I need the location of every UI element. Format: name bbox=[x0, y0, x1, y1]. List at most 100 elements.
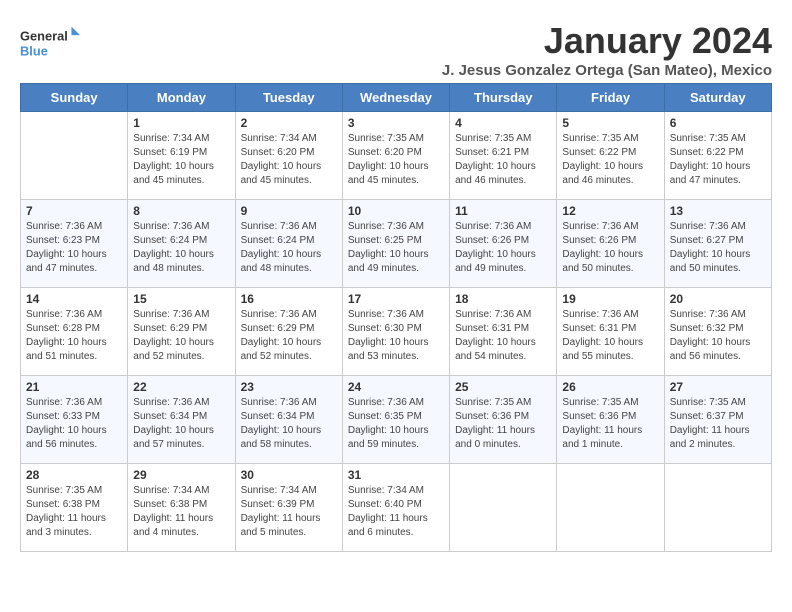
day-number: 20 bbox=[670, 292, 766, 306]
day-info: Sunrise: 7:36 AM Sunset: 6:32 PM Dayligh… bbox=[670, 308, 766, 364]
calendar-cell-w1-d5: 4 Sunrise: 7:35 AM Sunset: 6:21 PM Daylig… bbox=[450, 112, 557, 200]
logo: General Blue bbox=[20, 20, 80, 64]
calendar-cell-w3-d3: 16 Sunrise: 7:36 AM Sunset: 6:29 PM Dayli… bbox=[235, 288, 342, 376]
calendar-title: January 2024 bbox=[442, 20, 772, 62]
day-number: 14 bbox=[26, 292, 122, 306]
day-number: 28 bbox=[26, 468, 122, 482]
day-number: 16 bbox=[241, 292, 337, 306]
day-info: Sunrise: 7:36 AM Sunset: 6:29 PM Dayligh… bbox=[133, 308, 229, 364]
calendar-cell-w4-d1: 21 Sunrise: 7:36 AM Sunset: 6:33 PM Dayli… bbox=[21, 376, 128, 464]
calendar-subtitle: J. Jesus Gonzalez Ortega (San Mateo), Me… bbox=[442, 62, 772, 79]
day-number: 21 bbox=[26, 380, 122, 394]
day-number: 10 bbox=[348, 204, 444, 218]
day-info: Sunrise: 7:35 AM Sunset: 6:22 PM Dayligh… bbox=[562, 132, 658, 188]
calendar-cell-w5-d5 bbox=[450, 464, 557, 552]
calendar-week-4: 21 Sunrise: 7:36 AM Sunset: 6:33 PM Dayli… bbox=[21, 376, 772, 464]
svg-text:General: General bbox=[20, 28, 68, 43]
calendar-cell-w1-d4: 3 Sunrise: 7:35 AM Sunset: 6:20 PM Daylig… bbox=[342, 112, 449, 200]
header-sunday: Sunday bbox=[21, 84, 128, 112]
calendar-cell-w3-d6: 19Sunrise: 7:36 AM Sunset: 6:31 PM Dayli… bbox=[557, 288, 664, 376]
header-tuesday: Tuesday bbox=[235, 84, 342, 112]
calendar-cell-w5-d7 bbox=[664, 464, 771, 552]
day-info: Sunrise: 7:34 AM Sunset: 6:38 PM Dayligh… bbox=[133, 484, 229, 540]
calendar-cell-w2-d7: 13Sunrise: 7:36 AM Sunset: 6:27 PM Dayli… bbox=[664, 200, 771, 288]
day-number: 23 bbox=[241, 380, 337, 394]
calendar-cell-w2-d6: 12 Sunrise: 7:36 AM Sunset: 6:26 PM Dayli… bbox=[557, 200, 664, 288]
calendar-header-row: Sunday Monday Tuesday Wednesday Thursday… bbox=[21, 84, 772, 112]
day-info: Sunrise: 7:35 AM Sunset: 6:21 PM Dayligh… bbox=[455, 132, 551, 188]
calendar-table: Sunday Monday Tuesday Wednesday Thursday… bbox=[20, 83, 772, 552]
day-info: Sunrise: 7:36 AM Sunset: 6:26 PM Dayligh… bbox=[562, 220, 658, 276]
day-number: 24 bbox=[348, 380, 444, 394]
day-number: 25 bbox=[455, 380, 551, 394]
header-saturday: Saturday bbox=[664, 84, 771, 112]
calendar-cell-w2-d1: 7 Sunrise: 7:36 AM Sunset: 6:23 PM Daylig… bbox=[21, 200, 128, 288]
day-number: 29 bbox=[133, 468, 229, 482]
day-number: 13 bbox=[670, 204, 766, 218]
day-info: Sunrise: 7:36 AM Sunset: 6:31 PM Dayligh… bbox=[455, 308, 551, 364]
day-info: Sunrise: 7:36 AM Sunset: 6:33 PM Dayligh… bbox=[26, 396, 122, 452]
day-number: 11 bbox=[455, 204, 551, 218]
header-wednesday: Wednesday bbox=[342, 84, 449, 112]
day-info: Sunrise: 7:34 AM Sunset: 6:19 PM Dayligh… bbox=[133, 132, 229, 188]
calendar-cell-w5-d4: 31 Sunrise: 7:34 AM Sunset: 6:40 PM Dayli… bbox=[342, 464, 449, 552]
calendar-cell-w1-d7: 6 Sunrise: 7:35 AM Sunset: 6:22 PM Daylig… bbox=[664, 112, 771, 200]
calendar-cell-w3-d7: 20 Sunrise: 7:36 AM Sunset: 6:32 PM Dayli… bbox=[664, 288, 771, 376]
page-header: General Blue January 2024 J. Jesus Gonza… bbox=[20, 20, 772, 79]
day-number: 9 bbox=[241, 204, 337, 218]
day-info: Sunrise: 7:36 AM Sunset: 6:24 PM Dayligh… bbox=[241, 220, 337, 276]
day-number: 30 bbox=[241, 468, 337, 482]
calendar-cell-w3-d4: 17 Sunrise: 7:36 AM Sunset: 6:30 PM Dayli… bbox=[342, 288, 449, 376]
day-info: Sunrise: 7:36 AM Sunset: 6:23 PM Dayligh… bbox=[26, 220, 122, 276]
day-info: Sunrise: 7:35 AM Sunset: 6:37 PM Dayligh… bbox=[670, 396, 766, 452]
day-info: Sunrise: 7:36 AM Sunset: 6:24 PM Dayligh… bbox=[133, 220, 229, 276]
day-info: Sunrise: 7:34 AM Sunset: 6:40 PM Dayligh… bbox=[348, 484, 444, 540]
day-info: Sunrise: 7:36 AM Sunset: 6:25 PM Dayligh… bbox=[348, 220, 444, 276]
calendar-week-1: 1 Sunrise: 7:34 AM Sunset: 6:19 PM Daylig… bbox=[21, 112, 772, 200]
calendar-cell-w2-d5: 11Sunrise: 7:36 AM Sunset: 6:26 PM Dayli… bbox=[450, 200, 557, 288]
day-info: Sunrise: 7:36 AM Sunset: 6:34 PM Dayligh… bbox=[241, 396, 337, 452]
day-number: 3 bbox=[348, 116, 444, 130]
title-block: January 2024 J. Jesus Gonzalez Ortega (S… bbox=[442, 20, 772, 79]
day-number: 27 bbox=[670, 380, 766, 394]
day-number: 22 bbox=[133, 380, 229, 394]
calendar-cell-w4-d4: 24 Sunrise: 7:36 AM Sunset: 6:35 PM Dayli… bbox=[342, 376, 449, 464]
day-number: 4 bbox=[455, 116, 551, 130]
calendar-body: 1 Sunrise: 7:34 AM Sunset: 6:19 PM Daylig… bbox=[21, 112, 772, 552]
day-info: Sunrise: 7:36 AM Sunset: 6:34 PM Dayligh… bbox=[133, 396, 229, 452]
day-info: Sunrise: 7:35 AM Sunset: 6:20 PM Dayligh… bbox=[348, 132, 444, 188]
header-friday: Friday bbox=[557, 84, 664, 112]
calendar-cell-w4-d6: 26 Sunrise: 7:35 AM Sunset: 6:36 PM Dayli… bbox=[557, 376, 664, 464]
day-number: 31 bbox=[348, 468, 444, 482]
calendar-cell-w4-d5: 25Sunrise: 7:35 AM Sunset: 6:36 PM Dayli… bbox=[450, 376, 557, 464]
day-number: 8 bbox=[133, 204, 229, 218]
day-info: Sunrise: 7:36 AM Sunset: 6:28 PM Dayligh… bbox=[26, 308, 122, 364]
calendar-cell-w3-d5: 18 Sunrise: 7:36 AM Sunset: 6:31 PM Dayli… bbox=[450, 288, 557, 376]
header-thursday: Thursday bbox=[450, 84, 557, 112]
calendar-cell-w5-d2: 29 Sunrise: 7:34 AM Sunset: 6:38 PM Dayli… bbox=[128, 464, 235, 552]
calendar-cell-w5-d3: 30 Sunrise: 7:34 AM Sunset: 6:39 PM Dayli… bbox=[235, 464, 342, 552]
day-info: Sunrise: 7:35 AM Sunset: 6:22 PM Dayligh… bbox=[670, 132, 766, 188]
calendar-cell-w5-d6 bbox=[557, 464, 664, 552]
calendar-cell-w3-d2: 15 Sunrise: 7:36 AM Sunset: 6:29 PM Dayli… bbox=[128, 288, 235, 376]
day-number: 6 bbox=[670, 116, 766, 130]
day-number: 1 bbox=[133, 116, 229, 130]
day-number: 17 bbox=[348, 292, 444, 306]
calendar-cell-w1-d1 bbox=[21, 112, 128, 200]
day-info: Sunrise: 7:35 AM Sunset: 6:38 PM Dayligh… bbox=[26, 484, 122, 540]
day-number: 18 bbox=[455, 292, 551, 306]
day-number: 12 bbox=[562, 204, 658, 218]
calendar-cell-w4-d2: 22 Sunrise: 7:36 AM Sunset: 6:34 PM Dayli… bbox=[128, 376, 235, 464]
day-number: 26 bbox=[562, 380, 658, 394]
day-number: 5 bbox=[562, 116, 658, 130]
day-info: Sunrise: 7:36 AM Sunset: 6:35 PM Dayligh… bbox=[348, 396, 444, 452]
day-number: 15 bbox=[133, 292, 229, 306]
day-info: Sunrise: 7:36 AM Sunset: 6:30 PM Dayligh… bbox=[348, 308, 444, 364]
day-info: Sunrise: 7:35 AM Sunset: 6:36 PM Dayligh… bbox=[562, 396, 658, 452]
svg-text:Blue: Blue bbox=[20, 44, 48, 59]
day-info: Sunrise: 7:34 AM Sunset: 6:20 PM Dayligh… bbox=[241, 132, 337, 188]
day-info: Sunrise: 7:36 AM Sunset: 6:31 PM Dayligh… bbox=[562, 308, 658, 364]
day-info: Sunrise: 7:34 AM Sunset: 6:39 PM Dayligh… bbox=[241, 484, 337, 540]
day-number: 7 bbox=[26, 204, 122, 218]
day-info: Sunrise: 7:36 AM Sunset: 6:29 PM Dayligh… bbox=[241, 308, 337, 364]
